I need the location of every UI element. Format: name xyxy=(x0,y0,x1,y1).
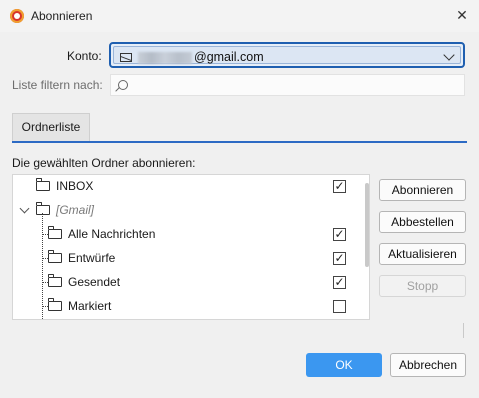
filter-label: Liste filtern nach: xyxy=(12,78,103,92)
account-label-text: Konto: xyxy=(67,49,102,63)
subscribe-section-label: Die gewählten Ordner abonnieren: xyxy=(12,156,196,170)
folder-icon xyxy=(48,298,62,311)
folder-row-gmail[interactable]: [Gmail] xyxy=(13,199,369,223)
account-select-inner: @gmail.com xyxy=(113,46,461,64)
folder-row-inbox[interactable]: INBOX ✓ xyxy=(13,175,369,199)
account-select[interactable]: @gmail.com xyxy=(109,42,465,68)
folder-icon xyxy=(48,274,62,287)
tab-folder-list[interactable]: Ordnerliste xyxy=(12,113,90,141)
ok-button[interactable]: OK xyxy=(306,353,382,377)
folder-tree[interactable]: INBOX ✓ [Gmail] Alle Nachrichten ✓ Entwü… xyxy=(12,174,370,320)
folder-name: [Gmail] xyxy=(56,203,95,217)
folder-row-sent[interactable]: Gesendet ✓ xyxy=(13,271,369,295)
folder-icon xyxy=(48,226,62,239)
expand-chevron-icon[interactable] xyxy=(19,203,30,214)
title-bar: Abonnieren ✕ xyxy=(0,0,479,32)
folder-name: Alle Nachrichten xyxy=(68,227,156,241)
account-label: Konto: xyxy=(67,49,102,63)
folder-name: Gesendet xyxy=(68,275,121,289)
tree-scrollbar[interactable] xyxy=(365,183,369,267)
close-button[interactable]: ✕ xyxy=(445,0,479,32)
redacted-email-part xyxy=(138,52,192,64)
folder-name: Markiert xyxy=(68,299,112,313)
folder-name: Entwürfe xyxy=(68,251,116,265)
cancel-button[interactable]: Abbrechen xyxy=(390,353,466,377)
folder-icon xyxy=(36,202,50,215)
divider xyxy=(463,323,464,338)
folder-row-starred[interactable]: Markiert xyxy=(13,295,369,319)
stop-button[interactable]: Stopp xyxy=(379,275,466,297)
search-icon xyxy=(118,80,128,90)
subscribe-checkbox[interactable]: ✓ xyxy=(333,252,346,265)
window-title: Abonnieren xyxy=(31,9,93,23)
account-email: @gmail.com xyxy=(194,50,264,64)
tab-underline xyxy=(12,141,467,143)
subscribe-button[interactable]: Abonnieren xyxy=(379,179,466,201)
folder-row-drafts[interactable]: Entwürfe ✓ xyxy=(13,247,369,271)
refresh-button[interactable]: Aktualisieren xyxy=(379,243,466,265)
subscribe-checkbox[interactable]: ✓ xyxy=(333,180,346,193)
subscribe-checkbox[interactable]: ✓ xyxy=(333,276,346,289)
folder-name: INBOX xyxy=(56,179,94,193)
unsubscribe-button[interactable]: Abbestellen xyxy=(379,211,466,233)
filter-input[interactable] xyxy=(110,74,465,96)
envelope-icon xyxy=(120,53,132,62)
folder-icon xyxy=(36,178,50,191)
chevron-down-icon xyxy=(443,49,455,61)
subscribe-checkbox[interactable]: ✓ xyxy=(333,228,346,241)
subscribe-checkbox[interactable] xyxy=(333,300,346,313)
folder-icon xyxy=(48,250,62,263)
app-logo-icon xyxy=(10,9,24,23)
folder-row-all-mail[interactable]: Alle Nachrichten ✓ xyxy=(13,223,369,247)
